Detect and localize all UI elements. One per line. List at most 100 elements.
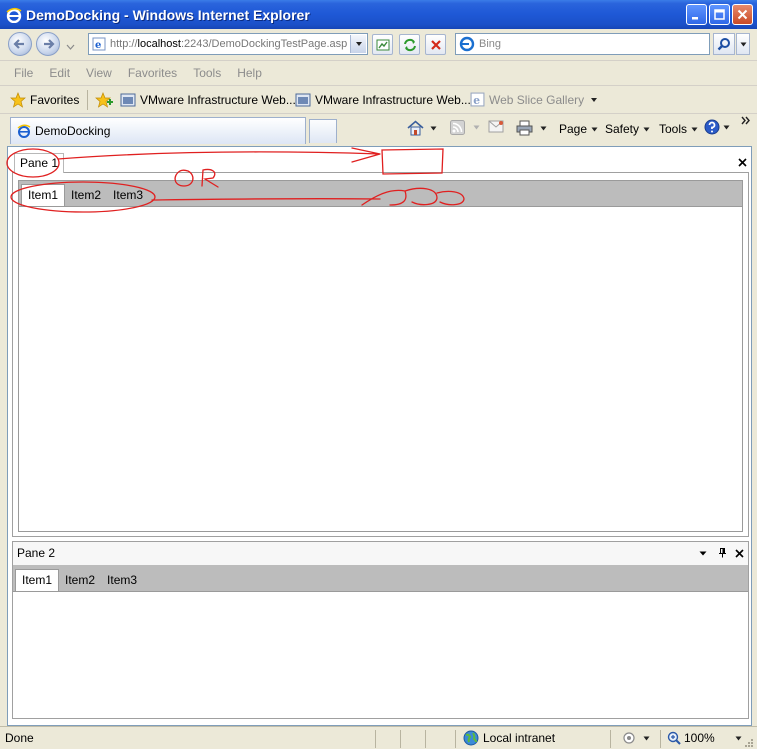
favorite-link-vmware-1[interactable]: VMware Infrastructure Web... xyxy=(120,92,296,108)
resize-grip-dots xyxy=(745,739,753,747)
status-separator xyxy=(425,730,426,748)
pane1-tab-item3[interactable]: Item3 xyxy=(107,185,149,206)
safety-menu-button[interactable]: Safety xyxy=(605,122,650,136)
bing-icon xyxy=(459,36,475,52)
search-button[interactable] xyxy=(713,33,735,55)
read-mail-button[interactable] xyxy=(488,120,504,133)
address-bar[interactable]: e http://localhost:2243/DemoDockingTestP… xyxy=(88,33,368,55)
close-window-button[interactable] xyxy=(732,4,753,25)
chevron-down-icon xyxy=(473,125,480,130)
stop-button[interactable] xyxy=(425,34,446,55)
resize-grip-icon[interactable] xyxy=(742,736,754,749)
svg-text:e: e xyxy=(95,40,101,51)
address-dropdown-button[interactable] xyxy=(350,35,366,53)
dock-pane-1: Pane 1 Item1 Item2 Item3 xyxy=(12,149,749,537)
close-icon xyxy=(737,9,748,20)
status-separator xyxy=(660,730,661,748)
menu-tools[interactable]: Tools xyxy=(185,66,229,80)
recent-pages-dropdown[interactable] xyxy=(66,39,75,53)
zoom-level: 100% xyxy=(684,731,715,745)
security-zone-label: Local intranet xyxy=(483,731,556,745)
chevron-down-icon xyxy=(740,42,746,46)
feeds-button[interactable] xyxy=(450,120,480,135)
compatibility-view-button[interactable] xyxy=(372,34,393,55)
new-tab-button[interactable] xyxy=(309,119,337,143)
refresh-button[interactable] xyxy=(399,34,420,55)
pane2-tab-item2[interactable]: Item2 xyxy=(59,570,101,591)
zoom-button[interactable]: 100% xyxy=(667,731,742,745)
help-icon xyxy=(704,119,720,135)
home-button[interactable] xyxy=(407,120,437,136)
back-button[interactable] xyxy=(8,32,32,56)
window-title: DemoDocking - Windows Internet Explorer xyxy=(26,6,310,23)
pane2-pin-button[interactable] xyxy=(715,546,729,560)
status-separator xyxy=(375,730,376,748)
address-row: e http://localhost:2243/DemoDockingTestP… xyxy=(0,29,757,59)
status-bar: Done Local intranet 100% xyxy=(0,726,757,749)
menu-file[interactable]: File xyxy=(6,66,41,80)
chevron-down-icon xyxy=(723,125,730,129)
favorites-label: Favorites xyxy=(30,93,80,107)
print-button[interactable] xyxy=(516,120,547,136)
pane2-tab-strip: Item1 Item2 Item3 xyxy=(13,566,748,592)
page-content: Pane 1 Item1 Item2 Item3 Pane 2 Item1 It… xyxy=(7,146,752,726)
dock-pane-2: Pane 2 Item1 Item2 Item3 xyxy=(12,541,749,719)
menu-favorites[interactable]: Favorites xyxy=(120,66,185,80)
chevron-down-icon xyxy=(643,736,650,741)
pane1-tab-item2[interactable]: Item2 xyxy=(65,185,107,206)
back-arrow-icon xyxy=(13,39,24,49)
minimize-button[interactable] xyxy=(686,4,707,25)
menu-edit[interactable]: Edit xyxy=(41,66,78,80)
pane2-tab-item3[interactable]: Item3 xyxy=(101,570,143,591)
help-button[interactable] xyxy=(704,119,730,135)
pane1-tab-strip: Item1 Item2 Item3 xyxy=(18,180,743,206)
chevron-down-icon xyxy=(591,97,598,102)
page-icon xyxy=(17,124,31,138)
tools-menu-button[interactable]: Tools xyxy=(659,122,698,136)
pane1-tab-item1[interactable]: Item1 xyxy=(21,184,66,206)
svg-text:e: e xyxy=(473,94,480,107)
browser-tab-demodocking[interactable]: DemoDocking xyxy=(10,117,306,144)
search-options-dropdown[interactable] xyxy=(736,33,750,55)
protected-mode-button[interactable] xyxy=(621,731,650,746)
pane2-dropdown-button[interactable] xyxy=(696,546,710,560)
forward-button[interactable] xyxy=(36,32,60,56)
menu-help[interactable]: Help xyxy=(229,66,270,80)
close-icon xyxy=(737,157,747,167)
chevron-down-icon xyxy=(355,42,362,46)
url-rest: :2243/DemoDockingTestPage.asp: xyxy=(180,38,348,50)
security-zone[interactable]: Local intranet xyxy=(463,730,555,746)
pane2-header: Pane 2 xyxy=(13,542,748,566)
add-to-favorites-bar-button[interactable] xyxy=(95,92,113,111)
pane2-tab-item1[interactable]: Item1 xyxy=(15,569,60,591)
toolbar-overflow-button[interactable] xyxy=(741,116,750,125)
chevron-down-icon xyxy=(643,127,650,131)
forward-arrow-icon xyxy=(44,39,55,49)
favorite-link-label: Web Slice Gallery xyxy=(489,92,585,107)
tools-menu-label: Tools xyxy=(659,122,688,136)
pane2-tab-content xyxy=(13,592,748,718)
status-separator xyxy=(610,730,611,748)
page-menu-button[interactable]: Page xyxy=(559,122,598,136)
chevron-down-icon xyxy=(540,126,547,130)
add-favorite-star-icon xyxy=(95,92,113,108)
vmware-page-icon xyxy=(120,93,136,107)
printer-icon xyxy=(516,120,533,136)
pane1-title-tab[interactable]: Pane 1 xyxy=(14,153,65,173)
menu-view[interactable]: View xyxy=(78,66,120,80)
status-separator xyxy=(400,730,401,748)
favorites-bar: Favorites VMware Infrastructure Web... V… xyxy=(0,85,757,113)
pane1-close-button[interactable] xyxy=(735,155,749,169)
favorites-button[interactable]: Favorites xyxy=(10,92,79,108)
safety-menu-label: Safety xyxy=(605,122,640,136)
globe-icon xyxy=(463,730,479,746)
chevron-down-icon xyxy=(66,44,75,50)
favorite-link-vmware-2[interactable]: VMware Infrastructure Web... xyxy=(295,92,471,108)
compatibility-icon xyxy=(376,39,389,50)
search-box[interactable]: Bing xyxy=(455,33,710,55)
favorite-link-web-slice-gallery[interactable]: e Web Slice Gallery xyxy=(470,92,598,107)
search-icon xyxy=(717,38,730,51)
pane2-close-button[interactable] xyxy=(732,546,746,560)
web-slice-page-icon: e xyxy=(470,92,485,107)
maximize-button[interactable] xyxy=(709,4,730,25)
